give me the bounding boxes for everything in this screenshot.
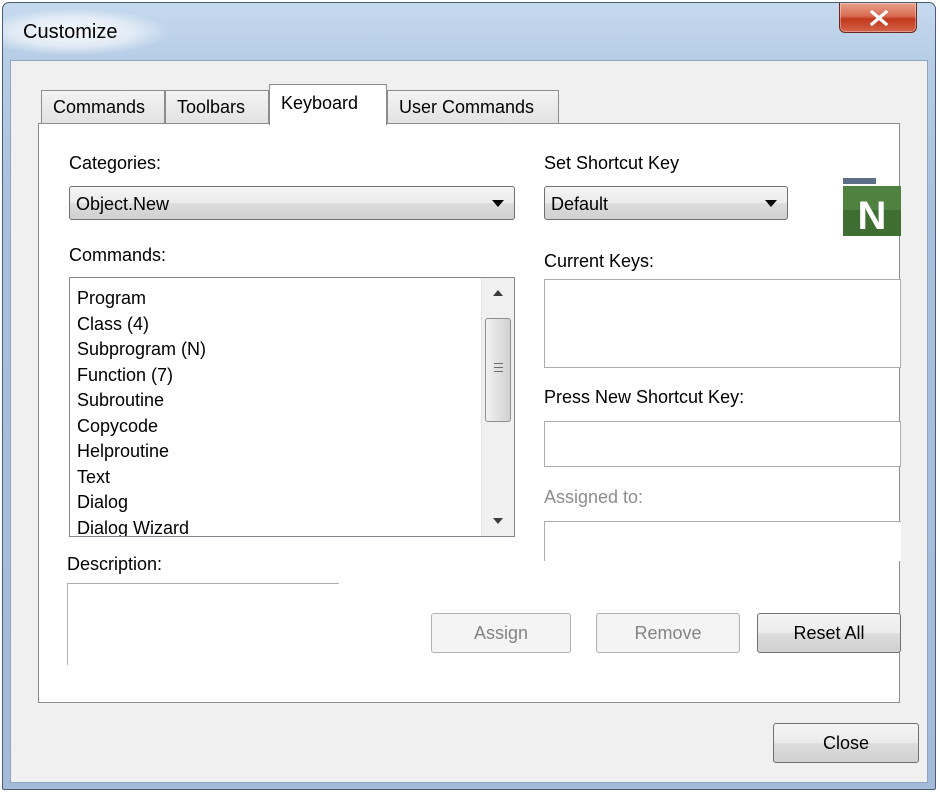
command-list-item[interactable]: Program xyxy=(77,286,206,312)
command-list-item[interactable]: Subroutine xyxy=(77,388,206,414)
current-keys-label: Current Keys: xyxy=(544,251,655,271)
customize-dialog: Customize Commands Toolbars Keyboard Use… xyxy=(2,2,936,790)
window-title: Customize xyxy=(23,21,118,43)
new-shortcut-input[interactable] xyxy=(544,421,901,467)
scroll-up-arrow-icon[interactable] xyxy=(482,278,514,306)
logo-letter: N xyxy=(858,194,887,236)
title-bar[interactable]: Customize xyxy=(3,3,935,61)
set-shortcut-value: Default xyxy=(551,194,609,214)
dialog-client-area: Commands Toolbars Keyboard User Commands… xyxy=(10,60,928,783)
commands-scrollbar[interactable] xyxy=(481,278,514,536)
remove-button[interactable]: Remove xyxy=(596,613,740,653)
command-list-item[interactable]: Dialog Wizard xyxy=(77,516,206,537)
grip-icon xyxy=(494,363,503,375)
description-label: Description: xyxy=(67,554,163,574)
command-list-item[interactable]: Class (4) xyxy=(77,312,206,338)
scroll-down-arrow-icon[interactable] xyxy=(482,508,514,536)
commands-label: Commands: xyxy=(69,245,167,265)
command-list-item[interactable]: Dialog xyxy=(77,490,206,516)
reset-all-button[interactable]: Reset All xyxy=(757,613,901,653)
assign-button[interactable]: Assign xyxy=(431,613,571,653)
chevron-down-icon xyxy=(765,200,777,207)
command-list-item[interactable]: Subprogram (N) xyxy=(77,337,206,363)
tab-keyboard[interactable]: Keyboard xyxy=(269,84,387,125)
categories-label: Categories: xyxy=(69,153,162,173)
close-icon xyxy=(869,10,889,26)
tab-toolbars[interactable]: Toolbars xyxy=(165,90,269,124)
command-list-item[interactable]: Text xyxy=(77,465,206,491)
categories-value: Object.New xyxy=(76,194,170,214)
tab-commands[interactable]: Commands xyxy=(41,90,165,124)
keyboard-tab-panel: Categories: Object.New Commands: Program… xyxy=(38,123,901,703)
window-close-button[interactable] xyxy=(839,3,917,33)
tab-user-commands[interactable]: User Commands xyxy=(387,90,559,124)
press-new-shortcut-label: Press New Shortcut Key: xyxy=(544,387,745,407)
command-list-item[interactable]: Helproutine xyxy=(77,439,206,465)
assigned-to-label: Assigned to: xyxy=(544,487,644,507)
set-shortcut-dropdown[interactable]: Default xyxy=(544,186,788,220)
description-box xyxy=(67,583,339,665)
scrollbar-thumb[interactable] xyxy=(485,318,511,422)
commands-list: Program Class (4) Subprogram (N) Function (… xyxy=(77,286,206,537)
close-button[interactable]: Close xyxy=(773,723,919,763)
current-keys-list[interactable] xyxy=(544,279,901,368)
categories-dropdown[interactable]: Object.New xyxy=(69,186,515,220)
application-logo-icon: N xyxy=(843,178,901,236)
command-list-item[interactable]: Function (7) xyxy=(77,363,206,389)
set-shortcut-label: Set Shortcut Key xyxy=(544,153,680,173)
chevron-down-icon xyxy=(492,200,504,207)
command-list-item[interactable]: Copycode xyxy=(77,414,206,440)
assigned-to-box xyxy=(544,521,901,561)
commands-listbox[interactable]: Program Class (4) Subprogram (N) Function (… xyxy=(69,277,515,537)
